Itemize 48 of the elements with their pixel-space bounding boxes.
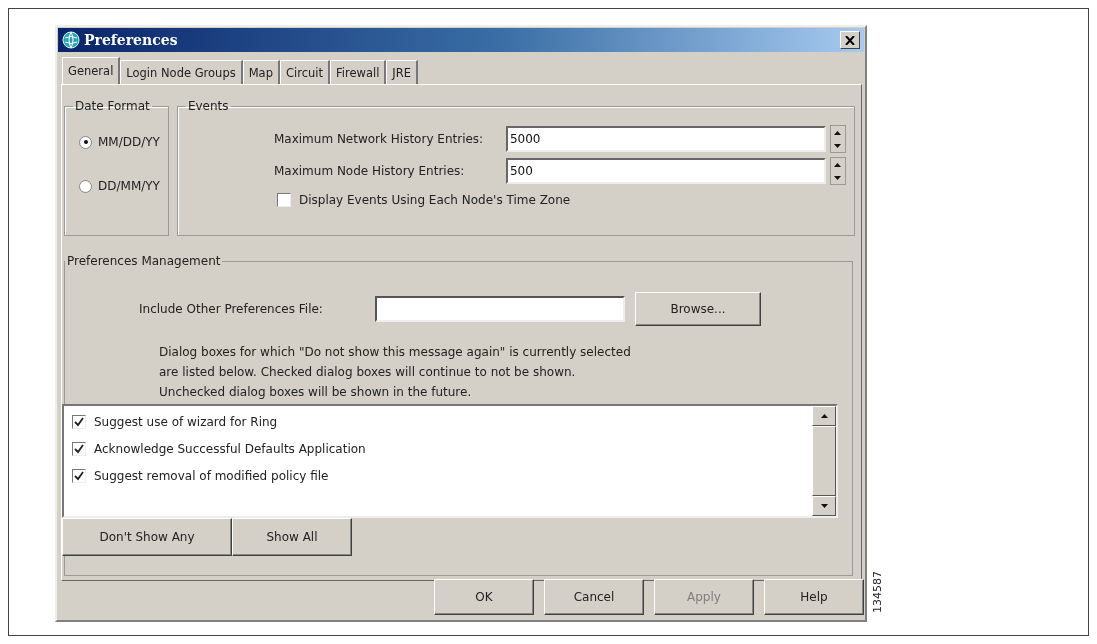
dialog-button[interactable]: Cancel xyxy=(544,579,644,615)
tab[interactable]: Map xyxy=(242,60,280,84)
close-icon xyxy=(845,35,855,45)
group-title: Date Format xyxy=(74,99,151,113)
list-button[interactable]: Show All xyxy=(232,518,352,556)
spinner[interactable] xyxy=(829,157,846,185)
radio-label: DD/MM/YY xyxy=(98,179,160,193)
up-arrow-icon xyxy=(834,162,842,167)
file-field[interactable] xyxy=(375,296,625,322)
number-field[interactable]: 500 xyxy=(505,158,826,184)
list-button[interactable]: Don't Show Any xyxy=(62,518,232,556)
tab[interactable]: General xyxy=(62,57,121,84)
tab[interactable]: JRE xyxy=(386,60,418,84)
list-item[interactable]: Suggest use of wizard for Ring xyxy=(94,415,278,429)
list-item[interactable]: Acknowledge Successful Defaults Application xyxy=(94,442,366,456)
spinner[interactable] xyxy=(829,125,846,153)
close-button[interactable] xyxy=(840,31,860,49)
dialog-button[interactable]: Help xyxy=(764,579,864,615)
figure-number: 134587 xyxy=(871,571,884,613)
field-label: Maximum Node History Entries: xyxy=(273,164,466,178)
number-field[interactable]: 5000 xyxy=(505,126,826,152)
radio-button[interactable] xyxy=(79,135,92,149)
tab[interactable]: Circuit xyxy=(279,60,330,84)
dialog-button[interactable]: OK xyxy=(434,579,534,615)
checkbox[interactable] xyxy=(276,193,291,207)
up-arrow-icon xyxy=(834,130,842,135)
checkbox[interactable] xyxy=(72,415,86,429)
checkbox-label: Display Events Using Each Node's Time Zone xyxy=(298,193,571,207)
down-arrow-icon xyxy=(820,504,828,508)
group-title: Events xyxy=(186,99,230,113)
tab[interactable]: Login Node Groups xyxy=(120,60,243,84)
group-title: Preferences Management xyxy=(66,254,222,268)
description-text: Dialog boxes for which "Do not show this message again" is currently selected are listed below. Checked dialog boxes will continue to not be shown. Unchecked dialog boxes will be shown in the future. xyxy=(159,344,632,401)
checkbox[interactable] xyxy=(72,442,86,456)
browse-button[interactable]: Browse... xyxy=(635,292,761,326)
checkbox[interactable] xyxy=(72,469,86,483)
list-item[interactable]: Suggest removal of modified policy file xyxy=(94,469,329,483)
window-title: Preferences xyxy=(84,32,179,48)
tab[interactable]: Firewall xyxy=(330,60,387,84)
globe-icon xyxy=(62,31,80,49)
field-label: Maximum Network History Entries: xyxy=(273,132,485,146)
radio-button[interactable] xyxy=(79,179,92,193)
down-arrow-icon xyxy=(834,143,842,148)
radio-label: MM/DD/YY xyxy=(98,135,160,149)
scrollbar[interactable] xyxy=(812,406,836,516)
down-arrow-icon xyxy=(834,175,842,180)
field-label: Include Other Preferences File: xyxy=(139,302,324,316)
up-arrow-icon xyxy=(820,414,828,418)
